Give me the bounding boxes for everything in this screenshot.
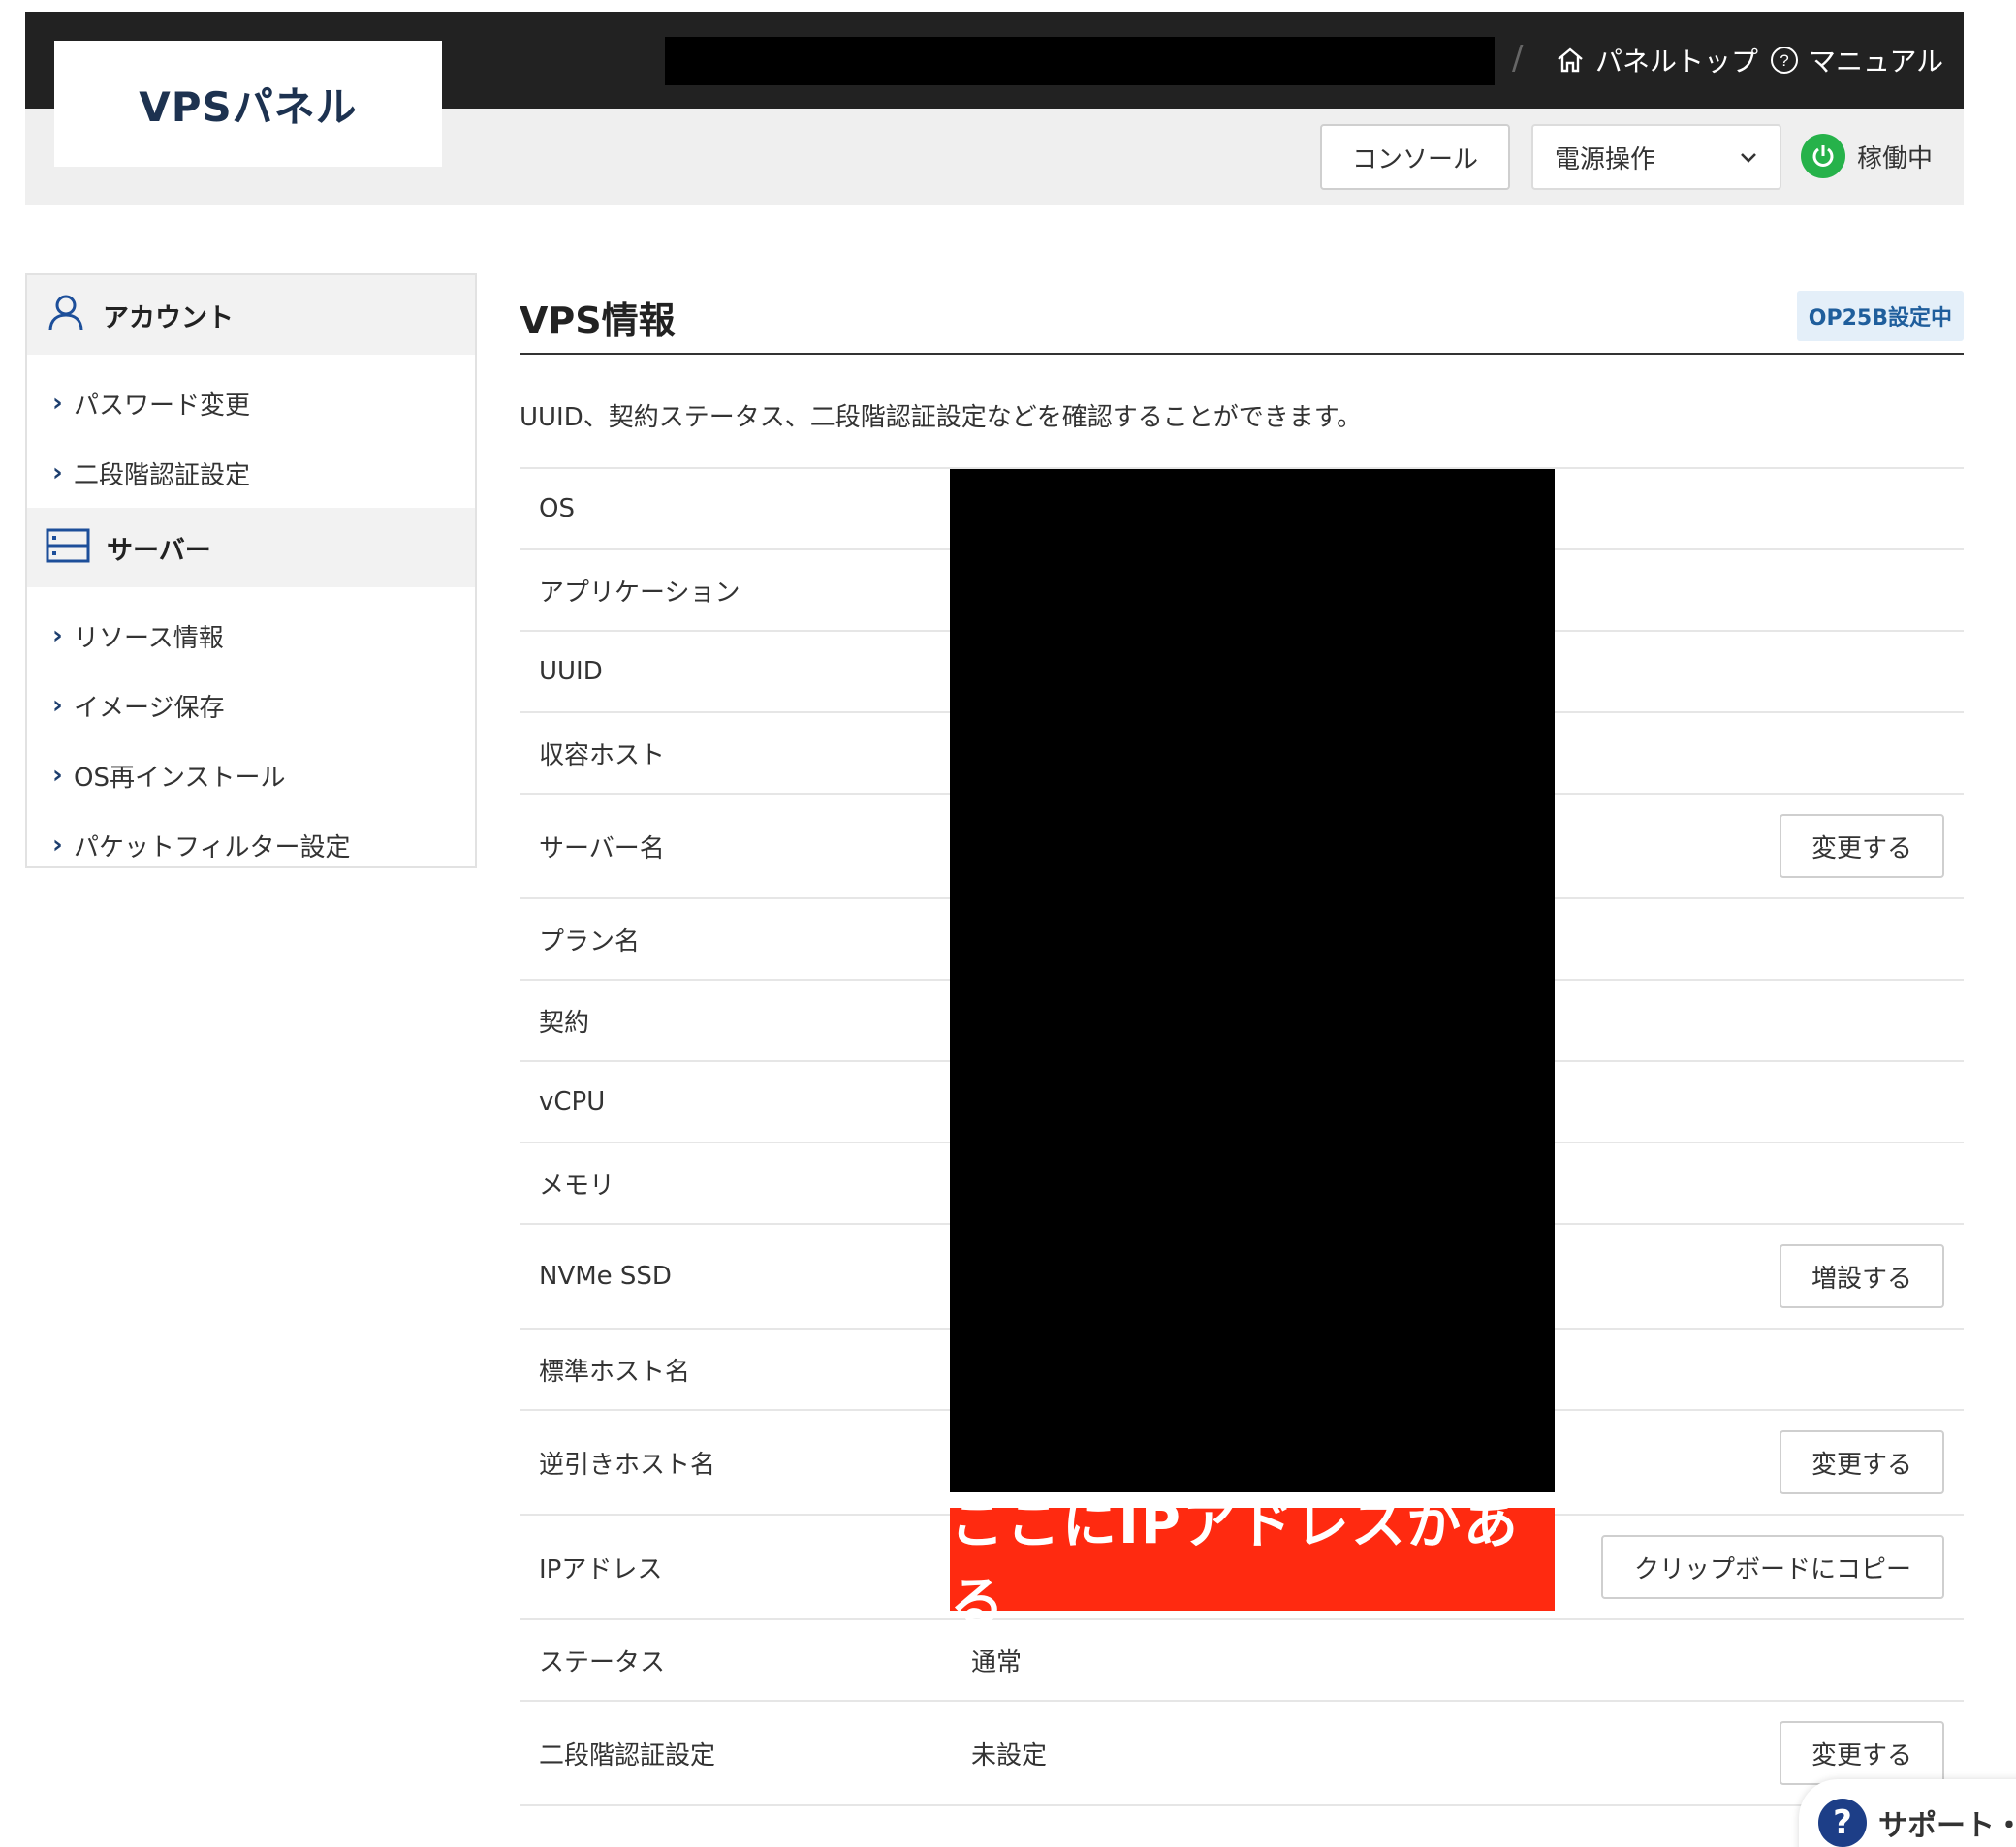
support-tab[interactable]: ? サポート・ (1799, 1779, 2016, 1847)
chevron-right-icon: › (52, 621, 63, 650)
nav-panel-top-label: パネルトップ (1595, 46, 1759, 78)
power-select-value: 電源操作 (1555, 144, 1656, 174)
row-label: サーバー名 (539, 833, 665, 863)
power-operation-select[interactable]: 電源操作 (1531, 124, 1781, 190)
sidebar-item-password[interactable]: › パスワード変更 (27, 368, 475, 438)
page-title: VPS情報 (520, 299, 676, 342)
redacted-region (665, 37, 1495, 85)
row-label: UUID (539, 657, 603, 686)
logo-text: VPSパネル (139, 82, 358, 131)
title-row: VPS情報 OP25B設定中 (520, 273, 1964, 355)
home-icon (1555, 45, 1586, 76)
row-label: 逆引きホスト名 (539, 1450, 716, 1480)
user-icon (45, 292, 87, 338)
row-label: 二段階認証設定 (539, 1740, 716, 1770)
sidebar-item-resource[interactable]: › リソース情報 (27, 601, 475, 671)
sidebar-item-label: イメージ保存 (74, 693, 225, 723)
row-label: メモリ (539, 1171, 615, 1201)
sidebar-item-2fa[interactable]: › 二段階認証設定 (27, 438, 475, 508)
sidebar-item-image-save[interactable]: › イメージ保存 (27, 671, 475, 740)
logo[interactable]: VPSパネル (54, 41, 442, 167)
status-badge: OP25B設定中 (1796, 291, 1964, 341)
sidebar-item-label: 二段階認証設定 (74, 460, 251, 490)
chevron-right-icon: › (52, 691, 63, 720)
support-label: サポート・ (1878, 1809, 2016, 1843)
nav-manual-link[interactable]: ? マニュアル (1770, 41, 1943, 79)
chevron-down-icon (1739, 142, 1758, 172)
row-label: ステータス (539, 1647, 666, 1677)
copy-to-clipboard-button[interactable]: クリップボードにコピー (1601, 1535, 1944, 1599)
expand-ssd-button[interactable]: 増設する (1780, 1244, 1944, 1308)
ip-annotation-text: ここにIPアドレスがある (950, 1493, 1520, 1635)
server-icon (45, 526, 91, 569)
chevron-right-icon: › (52, 389, 63, 418)
chevron-right-icon: › (52, 458, 63, 487)
sidebar-item-os-reinstall[interactable]: › OS再インストール (27, 740, 475, 810)
change-server-name-button[interactable]: 変更する (1780, 814, 1944, 878)
redacted-values (950, 469, 1555, 1492)
table-row-two-factor: 二段階認証設定 未設定 変更する (520, 1702, 1964, 1806)
nav-manual-label: マニュアル (1809, 46, 1944, 78)
change-reverse-hostname-button[interactable]: 変更する (1780, 1430, 1944, 1494)
power-icon (1801, 134, 1845, 178)
row-label: 標準ホスト名 (539, 1357, 691, 1387)
nav-separator: / (1512, 39, 1524, 78)
server-status: 稼働中 (1801, 134, 1933, 178)
sidebar-section-title: アカウント (103, 302, 234, 333)
sidebar-item-label: OS再インストール (74, 763, 286, 793)
status-label: 稼働中 (1857, 143, 1934, 173)
nav-panel-top-link[interactable]: パネルトップ (1555, 41, 1758, 79)
sidebar-item-label: パケットフィルター設定 (74, 832, 351, 862)
row-label: 収容ホスト (539, 740, 666, 770)
row-label: OS (539, 494, 575, 523)
sidebar: アカウント › パスワード変更 › 二段階認証設定 サーバー › リソース情報 … (25, 273, 477, 868)
row-label: プラン名 (539, 926, 641, 956)
main-content: VPS情報 OP25B設定中 UUID、契約ステータス、二段階認証設定などを確認… (520, 273, 1964, 1806)
sidebar-section-account: アカウント (27, 275, 475, 355)
console-button[interactable]: コンソール (1320, 124, 1510, 190)
sidebar-section-server: サーバー (27, 508, 475, 587)
sidebar-section-title: サーバー (107, 535, 211, 566)
help-circle-icon: ? (1770, 46, 1799, 75)
row-value: 通常 (971, 1647, 1023, 1677)
chevron-right-icon: › (52, 761, 63, 790)
chevron-right-icon: › (52, 830, 63, 860)
page-description: UUID、契約ステータス、二段階認証設定などを確認することができます。 (520, 403, 1363, 432)
row-label: NVMe SSD (539, 1262, 672, 1291)
row-label: アプリケーション (539, 578, 740, 608)
sidebar-item-label: リソース情報 (74, 623, 224, 653)
sidebar-item-packet-filter[interactable]: › パケットフィルター設定 (27, 810, 475, 880)
sidebar-item-label: パスワード変更 (74, 391, 251, 421)
ip-annotation-banner: ここにIPアドレスがある (950, 1493, 1555, 1635)
svg-text:?: ? (1780, 51, 1788, 70)
question-icon: ? (1818, 1799, 1867, 1847)
row-label: vCPU (539, 1087, 606, 1116)
change-two-factor-button[interactable]: 変更する (1780, 1721, 1944, 1785)
row-label: IPアドレス (539, 1554, 663, 1584)
row-label: 契約 (539, 1008, 590, 1038)
row-value: 未設定 (971, 1740, 1048, 1770)
